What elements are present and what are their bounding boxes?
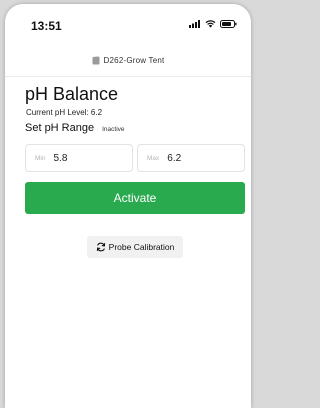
refresh-icon (96, 242, 105, 252)
probe-calibration-label: Probe Calibration (108, 242, 175, 252)
status-time: 13:51 (31, 19, 62, 33)
min-placeholder: Min (35, 154, 46, 162)
activate-button[interactable]: Activate (25, 182, 245, 214)
status-icons (189, 20, 237, 28)
signal-icon (189, 20, 200, 28)
current-ph-level: Current pH Level: 6.2 (26, 108, 103, 117)
status-bar: 13:51 (5, 4, 251, 38)
device-header: D262-Grow Tent (5, 44, 251, 77)
status-badge: Inactive (102, 126, 125, 133)
max-value: 6.2 (167, 152, 182, 164)
page-title: pH Balance (25, 84, 119, 104)
max-placeholder: Max (147, 154, 160, 162)
battery-icon (220, 20, 237, 28)
set-range-label: Set pH Range (25, 122, 95, 134)
min-ph-input[interactable]: Min 5.8 (25, 144, 133, 172)
device-title[interactable]: D262-Grow Tent (92, 56, 165, 65)
min-value: 5.8 (53, 152, 68, 164)
device-icon (92, 56, 100, 64)
device-name: D262-Grow Tent (103, 55, 165, 65)
wifi-icon (205, 20, 216, 28)
max-ph-input[interactable]: Max 6.2 (137, 144, 245, 172)
probe-calibration-button[interactable]: Probe Calibration (87, 236, 183, 258)
phone-screen: 13:51 D262-Grow Tent pH Balance Current … (5, 4, 251, 408)
set-range-row: Set pH Range Inactive (25, 122, 125, 134)
